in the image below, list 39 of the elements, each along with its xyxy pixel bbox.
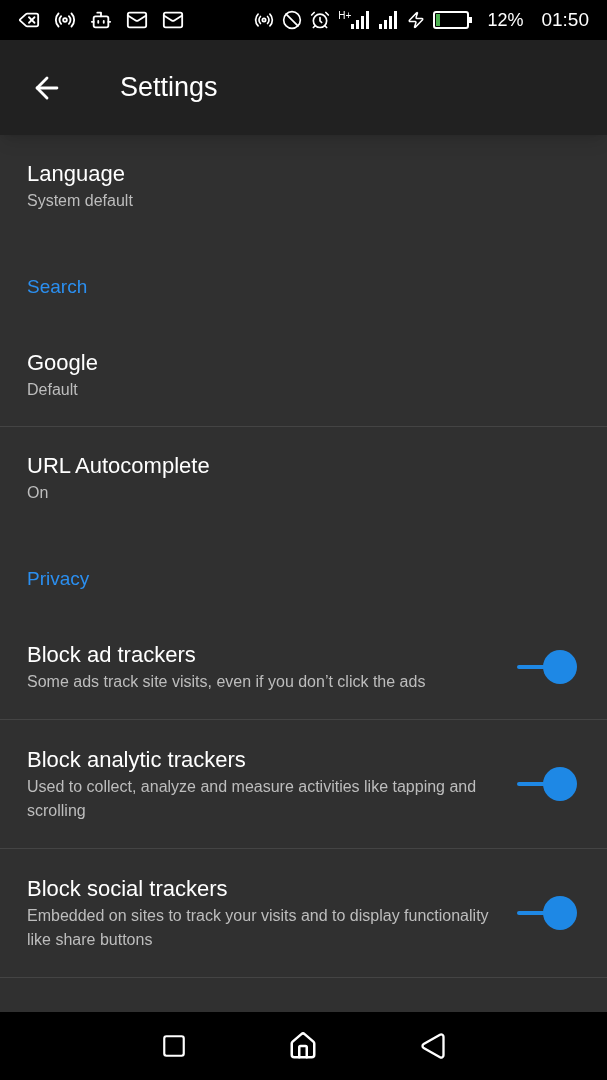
mail-icon: [126, 9, 148, 31]
setting-title: Block ad trackers: [27, 641, 197, 669]
recents-button[interactable]: [160, 1033, 187, 1059]
block-icon: [282, 10, 303, 30]
setting-title: Language: [27, 160, 126, 188]
section-header: Privacy: [27, 567, 90, 589]
hotspot-icon: [254, 10, 275, 30]
setting-title: URL Autocomplete: [27, 451, 211, 480]
setting-summary: On: [27, 482, 50, 503]
battery-icon: [433, 11, 474, 29]
section-header: Search: [27, 276, 88, 297]
alarm-icon: [310, 10, 331, 30]
settings-item[interactable]: Block ad trackers Some ads track site visits, even if you don’t click the ads: [0, 615, 607, 720]
settings-item[interactable]: Language System default: [0, 135, 607, 237]
network-type: H+: [338, 11, 352, 21]
settings-item[interactable]: Google Default: [0, 323, 607, 427]
settings-item[interactable]: Block social trackers Embedded on sites to track your visits and to display functionality like share buttons: [0, 849, 607, 978]
battery-percent: 12%: [487, 8, 524, 32]
back-nav-button[interactable]: [418, 1032, 447, 1060]
setting-summary: System default: [27, 191, 134, 211]
setting-title: Block social trackers: [27, 875, 229, 903]
toggle-switch[interactable]: [515, 767, 577, 801]
toggle-switch[interactable]: [515, 650, 577, 684]
signal-icon: [351, 11, 372, 29]
setting-summary: Some ads track site visits, even if you don’t click the ads: [27, 672, 427, 692]
setting-summary: Used to collect, analyze and measure activities like tapping and scrolling: [27, 777, 478, 821]
setting-summary: Embedded on sites to track your visits and to display functionality like share buttons: [27, 906, 490, 950]
settings-item[interactable]: Block analytic trackers Used to collect, analyze and measure activities like tapping and scrolling: [0, 720, 607, 849]
charging-icon: [407, 11, 426, 29]
settings-item[interactable]: URL Autocomplete On: [0, 426, 607, 529]
home-button[interactable]: [287, 1031, 318, 1061]
setting-title: Google: [27, 348, 99, 377]
toolbar-title: Settings: [120, 71, 218, 105]
signal-icon: [379, 11, 400, 29]
clock: 01:50: [541, 7, 589, 32]
toggle-switch[interactable]: [515, 896, 577, 930]
setting-summary: Default: [27, 379, 79, 400]
mail-icon: [162, 9, 184, 31]
setting-title: Block analytic trackers: [27, 746, 247, 774]
